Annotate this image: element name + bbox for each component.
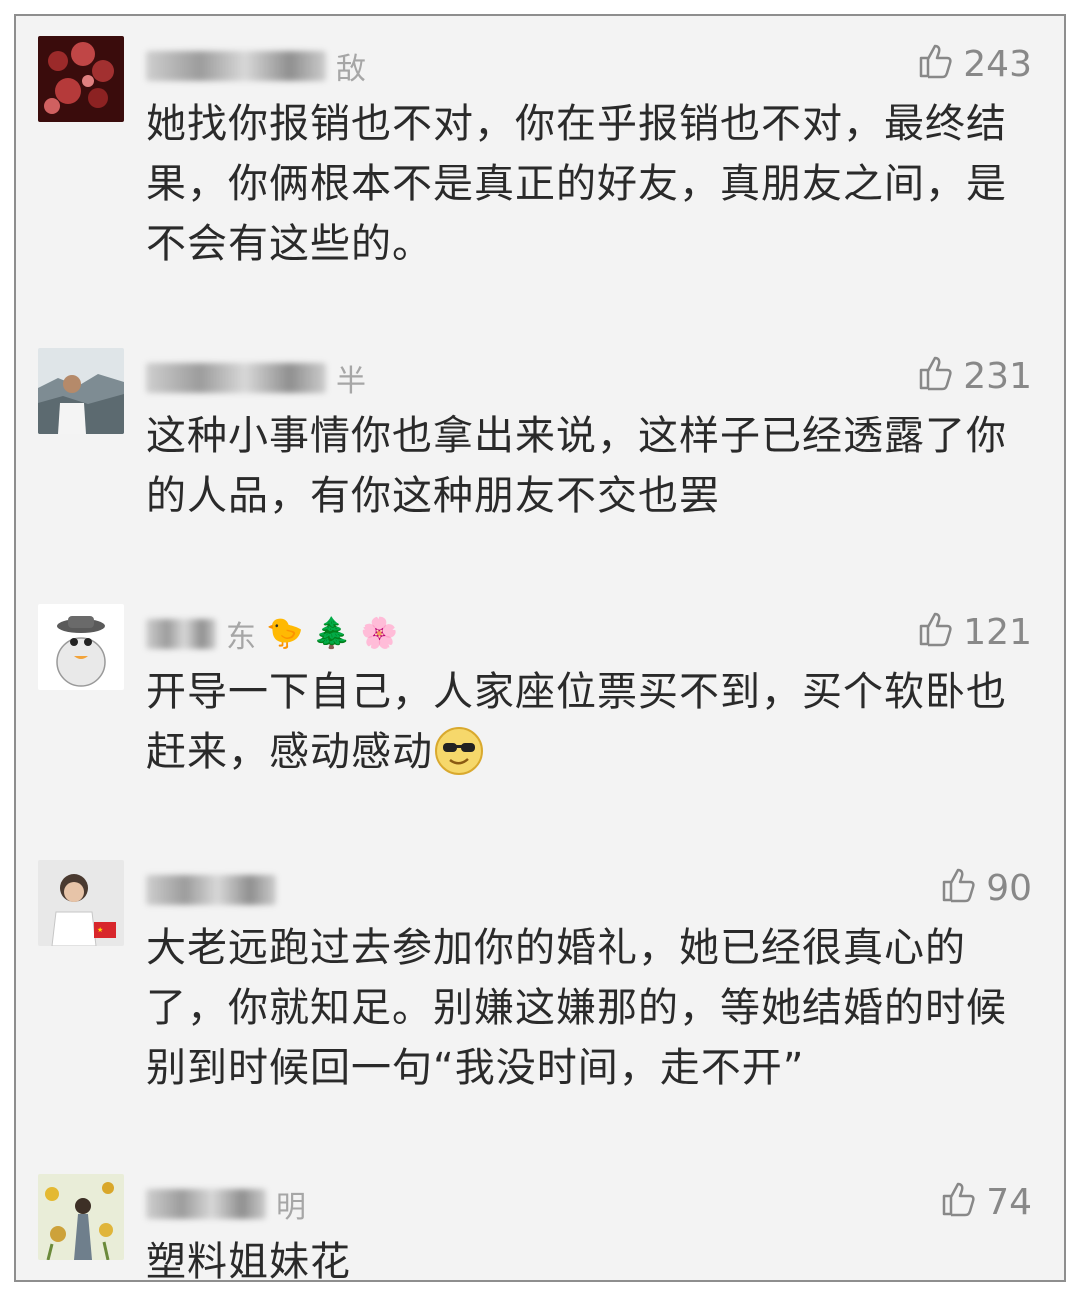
- username[interactable]: 半: [146, 358, 366, 399]
- avatar[interactable]: ★: [38, 860, 124, 946]
- username[interactable]: 敌: [146, 46, 366, 87]
- svg-text:★: ★: [97, 926, 103, 934]
- comment-text: 开导一下自己，人家座位票买不到，买个软卧也赶来，感动感动: [146, 669, 1007, 777]
- thumbs-up-icon: [915, 40, 955, 89]
- username-visible-char: 明: [276, 1190, 306, 1225]
- sunglasses-emoji-icon: [433, 725, 485, 777]
- like-button[interactable]: 90: [938, 864, 1032, 913]
- username[interactable]: [146, 870, 286, 910]
- like-button[interactable]: 121: [915, 608, 1032, 657]
- thumbs-up-icon: [915, 608, 955, 657]
- like-count: 243: [963, 44, 1032, 85]
- avatar[interactable]: [38, 1174, 124, 1260]
- avatar[interactable]: [38, 604, 124, 690]
- thumbs-up-icon: [938, 1178, 978, 1227]
- username-visible-char: 半: [336, 364, 366, 399]
- username-visible-char: 东: [226, 620, 256, 655]
- like-button[interactable]: 231: [915, 352, 1032, 401]
- like-count: 74: [986, 1182, 1032, 1223]
- thumbs-up-icon: [938, 864, 978, 913]
- blurred-username: [146, 363, 326, 393]
- thumbs-up-icon: [915, 352, 955, 401]
- avatar[interactable]: [38, 348, 124, 434]
- avatar[interactable]: [38, 36, 124, 122]
- chick-emoji-icon: 🐤: [266, 616, 304, 651]
- blurred-username: [146, 1189, 266, 1219]
- comment-text: 塑料姐妹花: [146, 1239, 351, 1285]
- blurred-username: [146, 51, 326, 81]
- blurred-username: [146, 619, 216, 649]
- like-count: 231: [963, 356, 1032, 397]
- tree-emoji-icon: 🌲: [313, 616, 351, 651]
- like-button[interactable]: 243: [915, 40, 1032, 89]
- like-count: 121: [963, 612, 1032, 653]
- comment-list: 敌 243 她找你报销也不对，你在乎报销也不对，最终结果，你俩根本不是真正的好友…: [14, 14, 1066, 1285]
- comment-text: 大老远跑过去参加你的婚礼，她已经很真心的了，你就知足。别嫌这嫌那的，等她结婚的时…: [146, 925, 1007, 1091]
- comment-text: 这种小事情你也拿出来说，这样子已经透露了你的人品，有你这种朋友不交也罢: [146, 413, 1007, 519]
- comment-text: 她找你报销也不对，你在乎报销也不对，最终结果，你俩根本不是真正的好友，真朋友之间…: [146, 101, 1007, 267]
- blossom-emoji-icon: 🌸: [360, 616, 399, 651]
- like-button[interactable]: 74: [938, 1178, 1032, 1227]
- like-count: 90: [986, 868, 1032, 909]
- username[interactable]: 东 🐤 🌲 🌸: [146, 614, 399, 655]
- username[interactable]: 明: [146, 1184, 306, 1225]
- username-visible-char: 敌: [336, 52, 366, 87]
- blurred-username: [146, 875, 276, 905]
